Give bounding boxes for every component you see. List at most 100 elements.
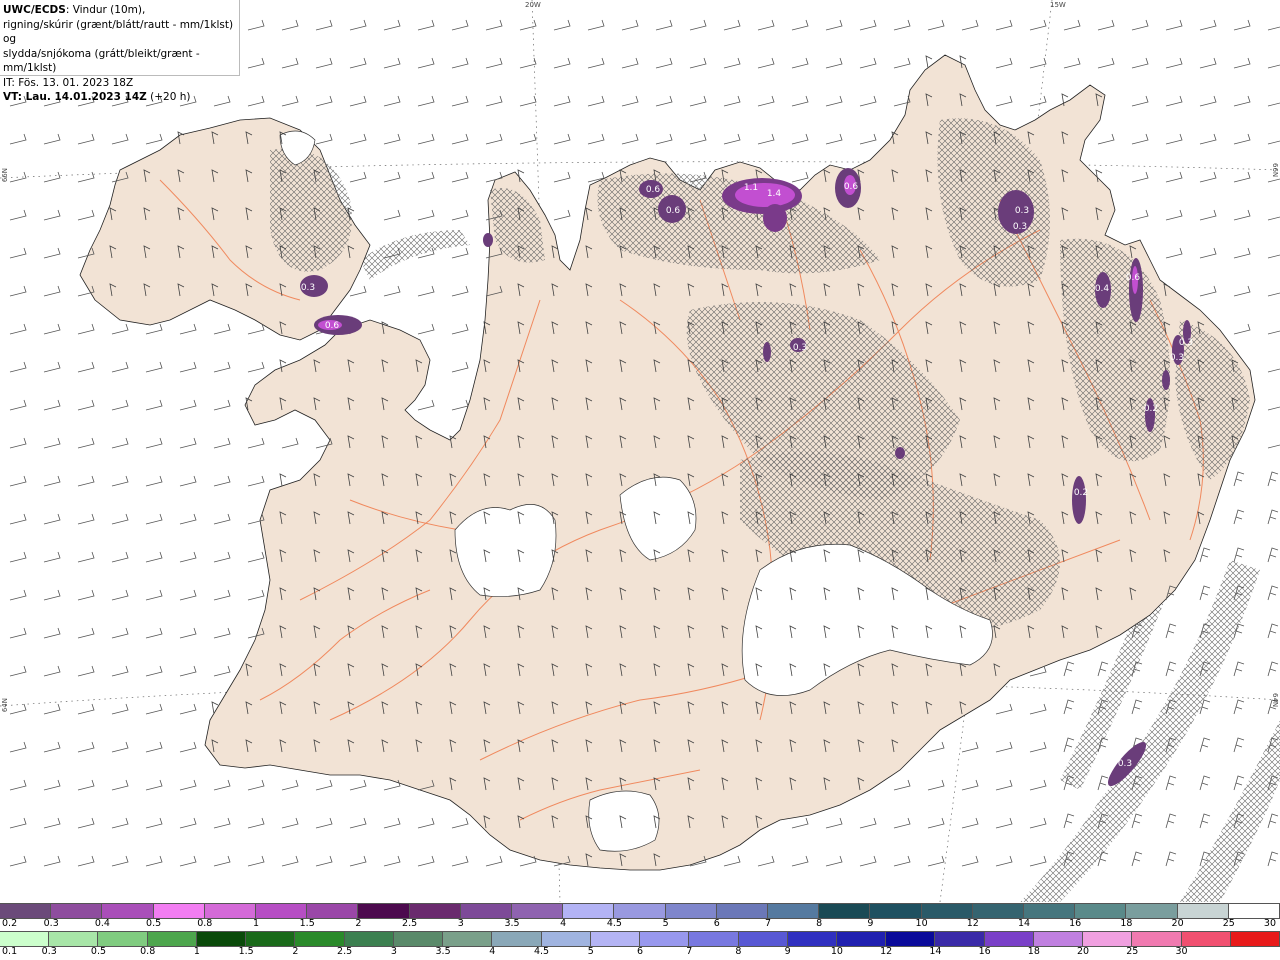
legend-label: 3 bbox=[390, 946, 397, 957]
valid-time: VT: Lau. 14.01.2023 14Z bbox=[3, 91, 147, 103]
legend-label: 1 bbox=[193, 946, 200, 957]
legend-label: 5 bbox=[662, 918, 669, 929]
legend-swatch bbox=[1177, 904, 1229, 918]
legend-label: 1 bbox=[252, 918, 260, 929]
legend-swatch bbox=[256, 904, 308, 918]
legend-swatch bbox=[563, 904, 615, 918]
langjokull-glacier bbox=[454, 504, 557, 597]
legend-label: 30 bbox=[1263, 918, 1276, 929]
legend-label: 0.1 bbox=[2, 946, 18, 957]
legend-swatch bbox=[787, 932, 837, 946]
precip-label: 1.4 bbox=[767, 189, 782, 199]
precip-label: 1.1 bbox=[744, 183, 758, 193]
legend-label: 14 bbox=[929, 946, 942, 957]
precip-label: 0.6 bbox=[1126, 273, 1141, 283]
legend-label: 0.4 bbox=[94, 918, 110, 929]
legend-label: 0.3 bbox=[43, 918, 59, 929]
legend-label: 8 bbox=[735, 946, 742, 957]
header-line3: slydda/snjókoma (grátt/bleikt/grænt - mm… bbox=[3, 47, 200, 75]
legend-label: 10 bbox=[830, 946, 843, 957]
legend-label: 4 bbox=[489, 946, 496, 957]
lat-label-66n-left: 66N bbox=[1, 168, 9, 183]
legend-swatch bbox=[836, 932, 887, 946]
legend-swatch bbox=[246, 932, 296, 946]
legend-swatch bbox=[689, 932, 739, 946]
header-line2: rigning/skúrir (grænt/blátt/rautt - mm/1… bbox=[3, 18, 234, 46]
legend-swatch bbox=[819, 904, 871, 918]
legend-label: 0.5 bbox=[146, 918, 162, 929]
legend-label: 16 bbox=[978, 946, 991, 957]
myrdalsjokull-glacier bbox=[588, 790, 660, 852]
legend-label: 2.5 bbox=[337, 946, 353, 957]
legend-label: 2 bbox=[355, 918, 362, 929]
legend-label: 2.5 bbox=[402, 918, 418, 929]
legend-label: 20 bbox=[1077, 946, 1090, 957]
legend-label: 3 bbox=[457, 918, 464, 929]
legend-swatch bbox=[153, 904, 205, 918]
legend-label: 6 bbox=[713, 918, 720, 929]
legend-swatch bbox=[541, 932, 591, 946]
legend-label: 0.8 bbox=[140, 946, 156, 957]
header-line1: : Vindur (10m), bbox=[65, 4, 146, 16]
legend-label: 25 bbox=[1222, 918, 1235, 929]
precip-label: 0.6 bbox=[844, 182, 859, 192]
legend-swatch bbox=[1181, 932, 1231, 946]
legend-swatch bbox=[49, 932, 99, 946]
legend-label: 8 bbox=[816, 918, 823, 929]
legend-swatch bbox=[393, 932, 444, 946]
legend-swatch bbox=[1075, 904, 1127, 918]
legend-label: 3.5 bbox=[504, 918, 520, 929]
snow-legend-bar bbox=[0, 903, 1280, 919]
rain-legend-bar bbox=[0, 931, 1280, 947]
legend-label: 3.5 bbox=[435, 946, 451, 957]
snow-legend-labels: 0.2 0.3 0.4 0.5 0.8 1 1.5 2 2.5 3 3.5 4 4.5 5 6 7 8 9 10 12… bbox=[0, 918, 1280, 930]
legend-swatch bbox=[665, 904, 717, 918]
legend-swatch bbox=[768, 904, 820, 918]
legend-swatch bbox=[98, 932, 148, 946]
legend-label: 0.3 bbox=[41, 946, 57, 957]
legend-label: 0.2 bbox=[2, 918, 18, 929]
legend-label: 25 bbox=[1126, 946, 1139, 957]
legend-label: 18 bbox=[1120, 918, 1133, 929]
precip-label: 0.3 bbox=[1179, 338, 1193, 348]
legend-label: 0.8 bbox=[197, 918, 213, 929]
legend-label: 12 bbox=[966, 918, 979, 929]
weather-map: 0.3 0.6 0.6 0.6 1.1 1.4 0.6 0.3 0.3 0.4 … bbox=[0, 0, 1280, 902]
precip-label: 0.3 bbox=[1170, 353, 1184, 363]
precip-label: 0.6 bbox=[666, 206, 681, 216]
legend-swatch bbox=[738, 932, 788, 946]
legend-swatch bbox=[512, 904, 564, 918]
legend-label: 7 bbox=[686, 946, 693, 957]
legend-label: 14 bbox=[1017, 918, 1031, 929]
precip-label: 0.3 bbox=[1013, 222, 1027, 232]
legend-label: 9 bbox=[784, 946, 791, 957]
legend-swatch bbox=[460, 904, 513, 918]
legend-label: 4.5 bbox=[533, 946, 550, 957]
legend-label: 4.5 bbox=[606, 918, 622, 929]
legend-swatch bbox=[358, 904, 410, 918]
lat-label-64n-left: 64N bbox=[1, 698, 9, 713]
legend-swatch bbox=[307, 904, 359, 918]
legend-swatch bbox=[51, 904, 103, 918]
legend-swatch bbox=[1024, 904, 1076, 918]
precip-label: 0.6 bbox=[325, 321, 340, 331]
precip-label: 0.6 bbox=[646, 185, 661, 195]
legend-label: 18 bbox=[1027, 946, 1040, 957]
forecast-offset: (+20 h) bbox=[146, 91, 191, 103]
legend-label: 4 bbox=[560, 918, 567, 929]
precip-label: 0.3 bbox=[1118, 759, 1132, 769]
lon-label-15w: 15W bbox=[1050, 1, 1066, 9]
legend-label: 6 bbox=[636, 946, 644, 957]
legend-swatch bbox=[1230, 932, 1280, 946]
legend-swatch bbox=[590, 932, 641, 946]
legend-swatch bbox=[984, 932, 1034, 946]
legend-label: 0.5 bbox=[90, 946, 107, 957]
legend-label: 1.5 bbox=[238, 946, 254, 957]
legend-label: 7 bbox=[764, 918, 772, 929]
legend-swatch bbox=[0, 904, 52, 918]
legend-swatch bbox=[492, 932, 542, 946]
legend-swatch bbox=[0, 932, 50, 946]
legend-swatch bbox=[1033, 932, 1084, 946]
map-header: UWC/ECDS: Vindur (10m), rigning/skúrir (… bbox=[0, 0, 240, 103]
legend-swatch bbox=[614, 904, 666, 918]
